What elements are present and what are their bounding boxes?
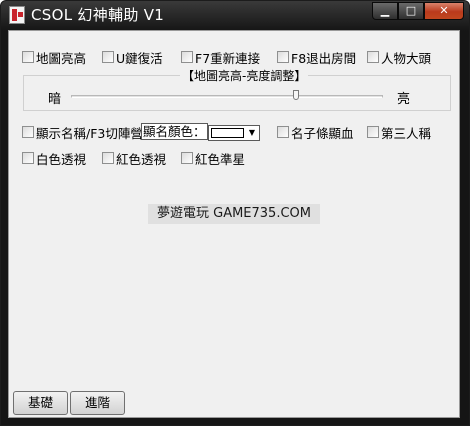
color-swatch	[211, 128, 244, 138]
slider-max-label: 亮	[397, 92, 411, 107]
checkbox-f8-exit-room[interactable]: F8退出房間	[277, 49, 357, 66]
checkbox-box[interactable]	[22, 126, 34, 138]
basic-button[interactable]: 基礎	[13, 391, 68, 415]
brightness-slider-track[interactable]	[71, 95, 383, 98]
close-button[interactable]: ✕	[424, 2, 464, 20]
minimize-button[interactable]: ▁	[372, 2, 398, 20]
checkbox-box[interactable]	[367, 51, 379, 63]
watermark-text: 夢遊電玩 GAME735.COM	[148, 204, 320, 224]
checkbox-label: U鍵復活	[116, 50, 163, 66]
checkbox-label: F8退出房間	[291, 50, 357, 66]
checkbox-label: 紅色準星	[195, 151, 246, 167]
checkbox-label: 地圖亮高	[36, 50, 87, 66]
advanced-button[interactable]: 進階	[70, 391, 125, 415]
checkbox-box[interactable]	[367, 126, 379, 138]
checkbox-box[interactable]	[22, 152, 34, 164]
brightness-slider-thumb[interactable]	[292, 90, 299, 100]
checkbox-box[interactable]	[277, 51, 289, 63]
checkbox-box[interactable]	[277, 126, 289, 138]
checkbox-label: F7重新連接	[195, 50, 261, 66]
slider-min-label: 暗	[48, 92, 62, 107]
app-icon	[9, 6, 25, 24]
checkbox-label: 紅色透視	[116, 151, 167, 167]
checkbox-box[interactable]	[181, 152, 193, 164]
brightness-group-title: 【地圖亮高-亮度調整】	[180, 67, 309, 84]
checkbox-box[interactable]	[181, 51, 193, 63]
checkbox-red-crosshair[interactable]: 紅色準星	[181, 150, 246, 167]
checkbox-big-head[interactable]: 人物大頭	[367, 49, 432, 66]
checkbox-label: 第三人稱	[381, 125, 432, 141]
checkbox-red-wallhack[interactable]: 紅色透視	[102, 150, 167, 167]
checkbox-box[interactable]	[22, 51, 34, 63]
checkbox-label: 白色透視	[36, 151, 87, 167]
checkbox-f7-reconnect[interactable]: F7重新連接	[181, 49, 261, 66]
checkbox-label: 顯示名稱/F3切陣營	[36, 125, 143, 141]
chevron-down-icon[interactable]: ▼	[246, 127, 258, 139]
checkbox-u-revive[interactable]: U鍵復活	[102, 49, 163, 66]
checkbox-map-bright[interactable]: 地圖亮高	[22, 49, 87, 66]
name-color-label: 顯名顏色：	[141, 123, 208, 140]
checkbox-show-name[interactable]: 顯示名稱/F3切陣營	[22, 124, 143, 141]
checkbox-white-wallhack[interactable]: 白色透視	[22, 150, 87, 167]
checkbox-third-person[interactable]: 第三人稱	[367, 124, 432, 141]
checkbox-box[interactable]	[102, 51, 114, 63]
maximize-button[interactable]: □	[398, 2, 424, 20]
title-bar[interactable]: CSOL 幻神輔助 V1 ▁ □ ✕	[1, 1, 469, 31]
checkbox-label: 名子條顯血	[291, 125, 354, 141]
checkbox-label: 人物大頭	[381, 50, 432, 66]
checkbox-box[interactable]	[102, 152, 114, 164]
window-title: CSOL 幻神輔助 V1	[31, 6, 165, 24]
checkbox-name-hp[interactable]: 名子條顯血	[277, 124, 354, 141]
name-color-select[interactable]: ▼	[208, 125, 260, 141]
